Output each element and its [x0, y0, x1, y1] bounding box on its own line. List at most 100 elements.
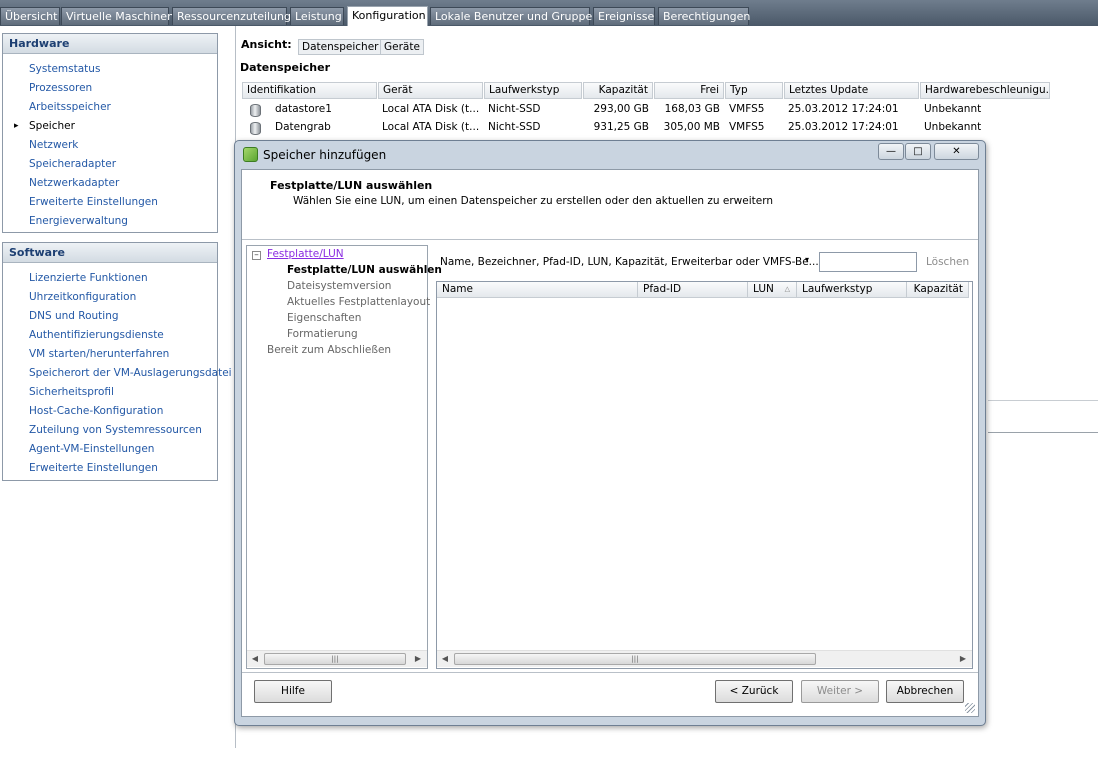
nav-sicherheitsprofil[interactable]: Sicherheitsprofil	[3, 383, 217, 402]
step-festplatte-lun[interactable]: Festplatte/LUN	[267, 248, 344, 260]
col-frei[interactable]: Frei	[654, 82, 724, 99]
dialog-title: Speicher hinzufügen	[263, 148, 387, 162]
cancel-button[interactable]: Abbrechen	[886, 680, 964, 703]
col-identifikation[interactable]: Identifikation	[242, 82, 377, 99]
back-button[interactable]: < Zurück	[715, 680, 793, 703]
tab-configuration[interactable]: Konfiguration	[347, 6, 428, 26]
tab-resource-allocation[interactable]: Ressourcenzuteilung	[172, 7, 291, 25]
col-laufwerkstyp[interactable]: Laufwerkstyp	[484, 82, 582, 99]
lun-col-lun[interactable]: LUN △	[748, 282, 797, 298]
col-letztes-update[interactable]: Letztes Update	[784, 82, 919, 99]
nav-systemstatus[interactable]: Systemstatus	[3, 60, 217, 79]
software-panel-title: Software	[3, 243, 217, 263]
sort-ascending-icon: △	[784, 285, 790, 293]
resize-grip[interactable]	[965, 703, 975, 713]
chevron-down-icon[interactable]: ▾	[805, 255, 809, 264]
datastores-title: Datenspeicher	[240, 61, 330, 74]
nav-prozessoren[interactable]: Prozessoren	[3, 79, 217, 98]
filter-dropdown[interactable]: Name, Bezeichner, Pfad-ID, LUN, Kapazitä…	[440, 256, 819, 268]
nav-dns-routing[interactable]: DNS und Routing	[3, 307, 217, 326]
lun-col-name[interactable]: Name	[437, 282, 638, 298]
nav-authentifizierungsdienste[interactable]: Authentifizierungsdienste	[3, 326, 217, 345]
hardware-panel: Hardware Systemstatus Prozessoren Arbeit…	[2, 33, 218, 233]
nav-energieverwaltung[interactable]: Energieverwaltung	[3, 212, 217, 231]
lun-selection-area: Name, Bezeichner, Pfad-ID, LUN, Kapazitä…	[436, 245, 973, 669]
nav-netzwerk[interactable]: Netzwerk	[3, 136, 217, 155]
nav-agent-vm[interactable]: Agent-VM-Einstellungen	[3, 440, 217, 459]
tab-overview[interactable]: Übersicht	[0, 7, 60, 25]
datastore-drive-type: Nicht-SSD	[488, 103, 541, 115]
steps-scrollbar[interactable]: ◀ ||| ▶	[247, 650, 427, 667]
dialog-title-bar: Speicher hinzufügen	[243, 146, 386, 164]
nav-erweiterte-einstellungen-sw[interactable]: Erweiterte Einstellungen	[3, 459, 217, 478]
nav-speicheradapter[interactable]: Speicheradapter	[3, 155, 217, 174]
nav-netzwerkadapter[interactable]: Netzwerkadapter	[3, 174, 217, 193]
clear-filter-link[interactable]: Löschen	[926, 256, 969, 268]
scroll-right-icon[interactable]: ▶	[412, 653, 424, 665]
nav-systemressourcen[interactable]: Zuteilung von Systemressourcen	[3, 421, 217, 440]
datastore-type: VMFS5	[729, 121, 765, 133]
datastore-name[interactable]: datastore1	[275, 101, 332, 118]
datastore-hw-accel: Unbekannt	[924, 121, 982, 133]
step-festplattenlayout: Aktuelles Festplattenlayout	[287, 296, 431, 308]
col-geraet[interactable]: Gerät	[378, 82, 483, 99]
datastore-capacity: 293,00 GB	[593, 103, 649, 115]
divider	[988, 400, 1098, 401]
nav-host-cache[interactable]: Host-Cache-Konfiguration	[3, 402, 217, 421]
next-button[interactable]: Weiter >	[801, 680, 879, 703]
wizard-step-title: Festplatte/LUN auswählen	[270, 179, 433, 192]
datastore-name[interactable]: Datengrab	[275, 119, 331, 136]
datastore-icon	[250, 122, 261, 135]
datastore-drive-type: Nicht-SSD	[488, 121, 541, 133]
nav-arbeitsspeicher[interactable]: Arbeitsspeicher	[3, 98, 217, 117]
datastore-type: VMFS5	[729, 103, 765, 115]
hardware-panel-title: Hardware	[3, 34, 217, 54]
software-panel: Software Lizenzierte Funktionen Uhrzeitk…	[2, 242, 232, 481]
scroll-left-icon[interactable]: ◀	[439, 653, 451, 665]
lun-table: Name Pfad-ID LUN △ Laufwerkstyp Kapazität…	[436, 281, 973, 669]
nav-speicher[interactable]: Speicher	[3, 117, 217, 136]
datastore-last-update: 25.03.2012 17:24:01	[788, 121, 899, 133]
nav-vm-starten[interactable]: VM starten/herunterfahren	[3, 345, 217, 364]
nav-lizenzierte-funktionen[interactable]: Lizenzierte Funktionen	[3, 269, 217, 288]
nav-erweiterte-einstellungen-hw[interactable]: Erweiterte Einstellungen	[3, 193, 217, 212]
close-button[interactable]: ✕	[934, 143, 979, 160]
collapse-icon[interactable]: –	[252, 251, 261, 260]
col-hw-beschleunigung[interactable]: Hardwarebeschleunigu...	[920, 82, 1050, 99]
lun-col-pfad-id[interactable]: Pfad-ID	[638, 282, 748, 298]
datastore-hw-accel: Unbekannt	[924, 103, 982, 115]
filter-input[interactable]	[819, 252, 917, 272]
view-datastores-button[interactable]: Datenspeicher	[298, 39, 383, 55]
nav-vm-auslagerungsdatei[interactable]: Speicherort der VM-Auslagerungsdatei	[3, 364, 232, 383]
dialog-body: Festplatte/LUN auswählen Wählen Sie eine…	[241, 169, 979, 717]
view-devices-button[interactable]: Geräte	[380, 39, 424, 55]
minimize-button[interactable]: —	[878, 143, 904, 160]
step-eigenschaften: Eigenschaften	[287, 312, 362, 324]
view-label: Ansicht:	[241, 38, 292, 51]
tab-local-users-groups[interactable]: Lokale Benutzer und Gruppen	[430, 7, 599, 25]
datastore-free: 168,03 GB	[664, 103, 720, 115]
add-storage-dialog: Speicher hinzufügen — □ ✕ Festplatte/LUN…	[234, 140, 986, 726]
datastore-capacity: 931,25 GB	[593, 121, 649, 133]
lun-scrollbar[interactable]: ◀ ||| ▶	[437, 650, 972, 667]
scroll-thumb[interactable]: |||	[454, 653, 816, 665]
step-bereit: Bereit zum Abschließen	[267, 344, 392, 356]
col-typ[interactable]: Typ	[725, 82, 783, 99]
scroll-right-icon[interactable]: ▶	[957, 653, 969, 665]
tab-performance[interactable]: Leistung	[290, 7, 344, 25]
datastore-icon	[250, 104, 261, 117]
help-button[interactable]: Hilfe	[254, 680, 332, 703]
maximize-button[interactable]: □	[905, 143, 931, 160]
tab-events[interactable]: Ereignisse	[593, 7, 655, 25]
lun-col-laufwerkstyp[interactable]: Laufwerkstyp	[797, 282, 907, 298]
step-current: Festplatte/LUN auswählen	[287, 264, 442, 276]
step-formatierung: Formatierung	[287, 328, 358, 340]
col-kapazitaet[interactable]: Kapazität	[583, 82, 653, 99]
lun-col-kapazitaet[interactable]: Kapazität	[907, 282, 969, 298]
scroll-thumb[interactable]: |||	[264, 653, 406, 665]
scroll-left-icon[interactable]: ◀	[249, 653, 261, 665]
tab-permissions[interactable]: Berechtigungen	[658, 7, 750, 25]
datastore-free: 305,00 MB	[663, 121, 720, 133]
nav-uhrzeitkonfiguration[interactable]: Uhrzeitkonfiguration	[3, 288, 217, 307]
tab-virtual-machines[interactable]: Virtuelle Maschinen	[61, 7, 174, 25]
